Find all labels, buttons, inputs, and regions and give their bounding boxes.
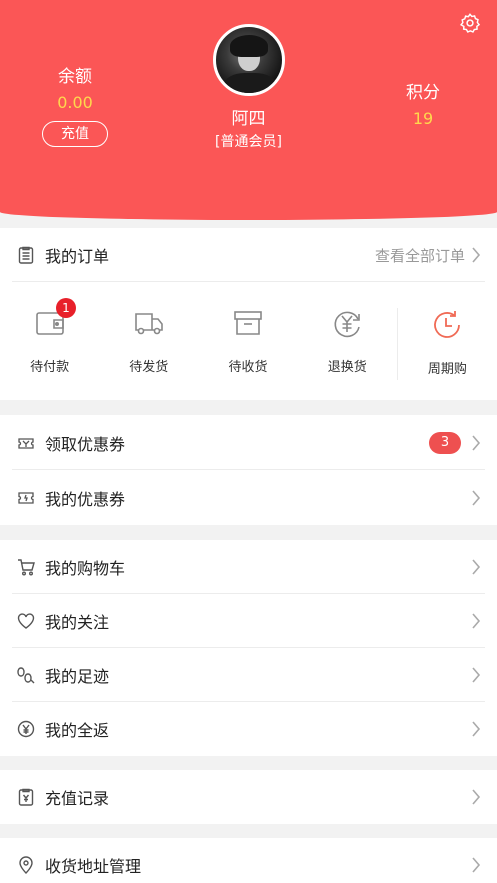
box-icon [234, 311, 262, 335]
clipboard-icon [18, 246, 34, 264]
clipboard-yen-icon [18, 788, 34, 806]
chevron-right-icon [472, 667, 481, 683]
chevron-right-icon [472, 247, 481, 263]
menu-item-label: 我的购物车 [45, 559, 126, 578]
orders-title: 我的订单 [45, 247, 110, 266]
chevron-right-icon [472, 789, 481, 805]
view-all-orders-link[interactable]: 查看全部订单 [375, 245, 465, 266]
avatar-hair-shape [230, 35, 268, 57]
balance-label: 余额 [58, 67, 92, 87]
divider [12, 281, 485, 282]
menu-card: 我的购物车 我的关注 我的足迹 我的全返 [0, 540, 497, 756]
recharge-records-label: 充值记录 [45, 789, 110, 808]
yen-return-icon [17, 720, 35, 738]
pending-payment-badge: 1 [56, 298, 76, 318]
order-status-pending-payment[interactable]: 1 待付款 [0, 284, 99, 400]
chevron-right-icon [472, 434, 481, 451]
order-status-label: 待收货 [228, 360, 268, 375]
coupons-card: 领取优惠券 3 我的优惠券 [0, 415, 497, 525]
order-status-returns[interactable]: 退换货 [298, 284, 397, 400]
refund-yen-icon [334, 311, 361, 338]
coupon-count-badge: 3 [429, 431, 461, 454]
menu-item-favorites[interactable]: 我的关注 [0, 594, 497, 648]
order-status-label: 待付款 [30, 360, 70, 375]
member-level: [普通会员] [215, 134, 282, 150]
address-management-label: 收货地址管理 [45, 857, 142, 876]
chevron-right-icon [472, 559, 481, 575]
chevron-right-icon [472, 613, 481, 629]
order-status-label: 待发货 [129, 360, 169, 375]
cart-icon [18, 559, 35, 576]
address-card: 收货地址管理 [0, 838, 497, 883]
location-pin-icon [19, 856, 33, 874]
chevron-right-icon [472, 489, 481, 506]
recharge-records-card: 充值记录 [0, 770, 497, 824]
menu-item-footprints[interactable]: 我的足迹 [0, 648, 497, 702]
points-value: 19 [412, 109, 434, 128]
profile-page: 余额 0.00 充值 阿四 [普通会员] 积分 19 我的订单 查看全部订单 1… [0, 0, 497, 883]
orders-card: 我的订单 查看全部订单 1 待付款 待发货 待收货 退换货 周期购 [0, 228, 497, 400]
clock-cycle-icon [434, 311, 461, 338]
profile-header: 余额 0.00 充值 阿四 [普通会员] 积分 19 [0, 0, 497, 220]
heart-icon [17, 613, 35, 629]
truck-icon [134, 313, 163, 335]
chevron-right-icon [472, 857, 481, 873]
menu-item-label: 我的足迹 [45, 667, 110, 686]
claim-coupons-label: 领取优惠券 [45, 434, 126, 454]
points-label: 积分 [406, 83, 440, 103]
orders-header-row[interactable]: 我的订单 查看全部订单 [0, 228, 497, 282]
menu-item-cashback[interactable]: 我的全返 [0, 702, 497, 756]
order-status-bar: 1 待付款 待发货 待收货 退换货 周期购 [0, 282, 497, 400]
menu-item-label: 我的关注 [45, 613, 110, 632]
points-block[interactable]: 积分 19 [373, 78, 473, 128]
claim-coupons-row[interactable]: 领取优惠券 3 [0, 415, 497, 470]
recharge-records-row[interactable]: 充值记录 [0, 770, 497, 824]
order-status-label: 周期购 [427, 362, 467, 377]
chevron-right-icon [472, 721, 481, 737]
avatar-body-shape [224, 73, 276, 93]
order-status-label: 退换货 [327, 360, 367, 375]
my-coupons-row[interactable]: 我的优惠券 [0, 470, 497, 525]
my-coupons-label: 我的优惠券 [45, 489, 126, 509]
avatar[interactable] [213, 24, 285, 96]
order-status-subscription[interactable]: 周期购 [396, 308, 497, 380]
coupon-ticket-icon [18, 437, 34, 449]
order-status-to-ship[interactable]: 待发货 [99, 284, 198, 400]
footprint-icon [17, 667, 35, 684]
settings-icon[interactable] [459, 12, 481, 34]
coupon-icon [18, 491, 34, 504]
order-status-to-receive[interactable]: 待收货 [198, 284, 297, 400]
menu-item-label: 我的全返 [45, 721, 110, 740]
menu-item-cart[interactable]: 我的购物车 [0, 540, 497, 594]
address-management-row[interactable]: 收货地址管理 [0, 838, 497, 883]
